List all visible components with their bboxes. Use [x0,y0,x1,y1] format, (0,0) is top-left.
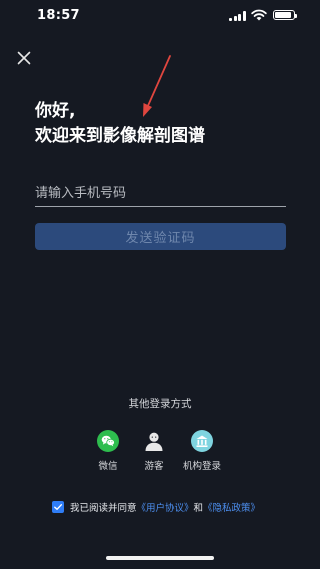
other-login-title: 其他登录方式 [128,398,192,410]
institution-login-button[interactable]: 机构登录 [172,430,232,472]
login-screen: 18:57 你好, 欢迎来到影像解剖图谱 发送验证码 其他登录方 [0,0,320,569]
phone-number-input[interactable] [35,181,286,207]
signal-bars-icon [229,11,246,21]
status-bar: 18:57 [0,0,320,32]
agreement-checkbox[interactable] [52,501,64,513]
institution-icon [191,430,213,452]
privacy-policy-link[interactable]: 《隐私政策》 [203,500,260,514]
home-indicator[interactable] [106,556,214,560]
battery-level [275,12,291,18]
agreement-prefix: 我已阅读并同意 [70,503,137,514]
agreement-row: 我已阅读并同意 《用户协议》 和 《隐私政策》 [52,499,260,515]
send-verification-code-button[interactable]: 发送验证码 [35,223,286,250]
wechat-icon [97,430,119,452]
status-time: 18:57 [37,8,80,23]
greeting-heading: 你好, 欢迎来到影像解剖图谱 [35,99,205,149]
close-icon[interactable] [14,48,34,68]
guest-user-icon [143,430,165,452]
greeting-line-2: 欢迎来到影像解剖图谱 [35,126,205,146]
agreement-conjunction: 和 [193,503,204,514]
greeting-line-1: 你好, [35,101,76,121]
institution-login-label: 机构登录 [182,461,221,472]
wifi-icon [251,9,267,21]
user-agreement-link[interactable]: 《用户协议》 [137,500,194,514]
battery-icon [273,10,297,20]
